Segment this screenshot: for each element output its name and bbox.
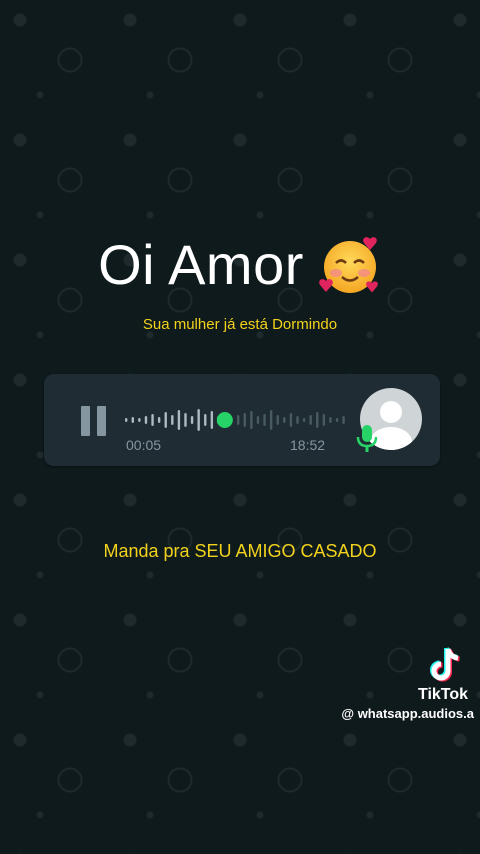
waveform-bar: [151, 414, 154, 426]
waveform-bar: [250, 411, 253, 429]
waveform-bar: [184, 413, 187, 427]
waveform-bar: [204, 414, 207, 426]
waveform-bar: [269, 410, 273, 430]
waveform-bar: [243, 413, 246, 427]
waveform-bar: [276, 415, 279, 425]
waveform-bar: [256, 416, 260, 424]
waveform-bar: [316, 412, 319, 428]
voice-message-bubble[interactable]: 00:05 18:52: [44, 374, 440, 466]
waveform-bar: [296, 416, 299, 424]
waveform-bar: [322, 414, 326, 426]
waveform-bar: [164, 412, 167, 428]
message-time: 18:52: [290, 437, 326, 453]
smiling-face-with-hearts-icon: [319, 236, 378, 293]
waveform-bar: [131, 417, 134, 423]
tiktok-brand: TikTok: [417, 686, 469, 703]
waveform-bar: [157, 417, 161, 423]
title-row: Oi Amor: [0, 232, 480, 297]
waveform-bar: [125, 418, 128, 422]
microphone-icon: [356, 425, 378, 452]
waveform-bar: [144, 416, 148, 424]
waveform-bar: [171, 415, 174, 425]
waveform-bar: [138, 418, 141, 422]
waveform-bar: [210, 411, 214, 429]
waveform-bar: [342, 416, 345, 424]
waveform-bar: [197, 409, 200, 431]
waveform-bar: [283, 417, 286, 423]
audio-waveform[interactable]: [124, 400, 348, 440]
creator-handle: @ whatsapp.audios.a: [341, 706, 474, 721]
waveform-bar: [190, 416, 194, 424]
waveform-bar: [177, 410, 181, 430]
playback-position-knob[interactable]: [216, 412, 233, 428]
subtitle: Sua mulher já está Dormindo: [142, 316, 338, 333]
elapsed-time: 00:05: [126, 437, 162, 453]
tiktok-watermark: TikTok: [414, 646, 476, 704]
waveform-bar: [335, 418, 339, 422]
waveform-bar: [237, 415, 240, 425]
waveform-bar: [309, 415, 312, 425]
tiktok-logo-icon: [430, 647, 460, 682]
pause-icon[interactable]: [80, 406, 108, 436]
call-to-action: Manda pra SEU AMIGO CASADO: [103, 541, 377, 561]
waveform-bar: [329, 417, 332, 423]
page-title: Oi Amor: [98, 233, 304, 296]
waveform-bar: [289, 413, 293, 427]
waveform-bar: [263, 414, 266, 426]
waveform-bar: [302, 418, 306, 422]
